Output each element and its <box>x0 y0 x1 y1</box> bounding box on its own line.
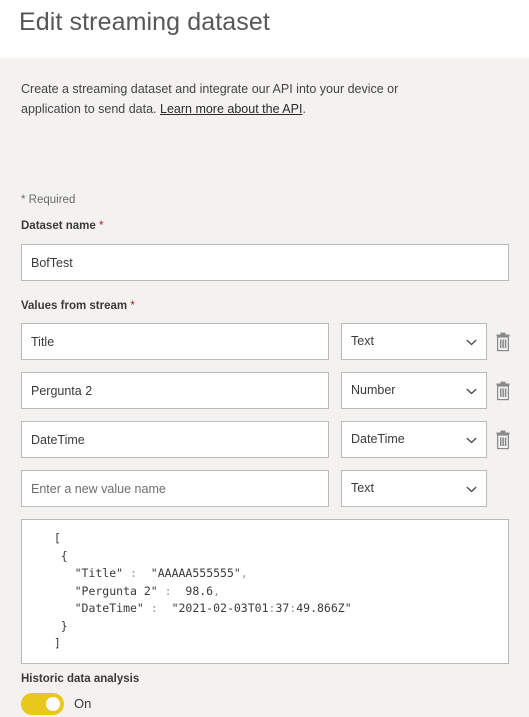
dataset-name-input[interactable] <box>21 244 509 281</box>
json-preview-text: [ { "Title" : "AAAAA555555", "Pergunta 2… <box>40 531 352 650</box>
historic-data-analysis-toggle[interactable] <box>21 693 64 715</box>
chevron-down-icon <box>466 435 477 446</box>
panel-header: Edit streaming dataset <box>0 0 529 58</box>
value-type-dropdown-1-text: Text <box>351 334 374 348</box>
required-note: * Required <box>21 194 76 206</box>
delete-value-button-1[interactable] <box>494 332 512 352</box>
values-from-stream-label-text: Values from stream <box>21 300 128 312</box>
historic-data-analysis-label: Historic data analysis <box>21 673 140 685</box>
delete-value-button-3[interactable] <box>494 430 512 450</box>
value-name-input-3[interactable] <box>21 421 329 458</box>
json-preview-box[interactable]: [ { "Title" : "AAAAA555555", "Pergunta 2… <box>21 519 509 664</box>
value-type-dropdown-2[interactable]: Number <box>341 372 487 409</box>
required-asterisk: * <box>130 300 135 312</box>
value-type-dropdown-4[interactable]: Text <box>341 470 487 507</box>
chevron-down-icon <box>466 484 477 495</box>
chevron-down-icon <box>466 386 477 397</box>
delete-value-button-2[interactable] <box>494 381 512 401</box>
required-asterisk: * <box>99 220 104 232</box>
learn-more-api-link[interactable]: Learn more about the API <box>160 102 302 116</box>
value-type-dropdown-1[interactable]: Text <box>341 323 487 360</box>
value-name-input-1[interactable] <box>21 323 329 360</box>
toggle-state-label: On <box>74 696 92 711</box>
intro-text-after-link: . <box>302 102 306 116</box>
value-type-dropdown-4-text: Text <box>351 481 374 495</box>
value-type-dropdown-3-text: DateTime <box>351 432 405 446</box>
dataset-name-label-text: Dataset name <box>21 220 96 232</box>
intro-description: Create a streaming dataset and integrate… <box>21 79 451 119</box>
chevron-down-icon <box>466 337 477 348</box>
value-type-dropdown-3[interactable]: DateTime <box>341 421 487 458</box>
edit-streaming-dataset-panel: Edit streaming dataset Create a streamin… <box>0 0 529 715</box>
toggle-knob <box>46 697 60 711</box>
dataset-name-label: Dataset name * <box>21 220 103 232</box>
value-type-dropdown-2-text: Number <box>351 383 396 397</box>
values-from-stream-label: Values from stream * <box>21 300 135 312</box>
value-name-input-2[interactable] <box>21 372 329 409</box>
new-value-name-input[interactable] <box>21 470 329 507</box>
page-title: Edit streaming dataset <box>19 8 270 36</box>
panel-body: Create a streaming dataset and integrate… <box>0 58 529 715</box>
